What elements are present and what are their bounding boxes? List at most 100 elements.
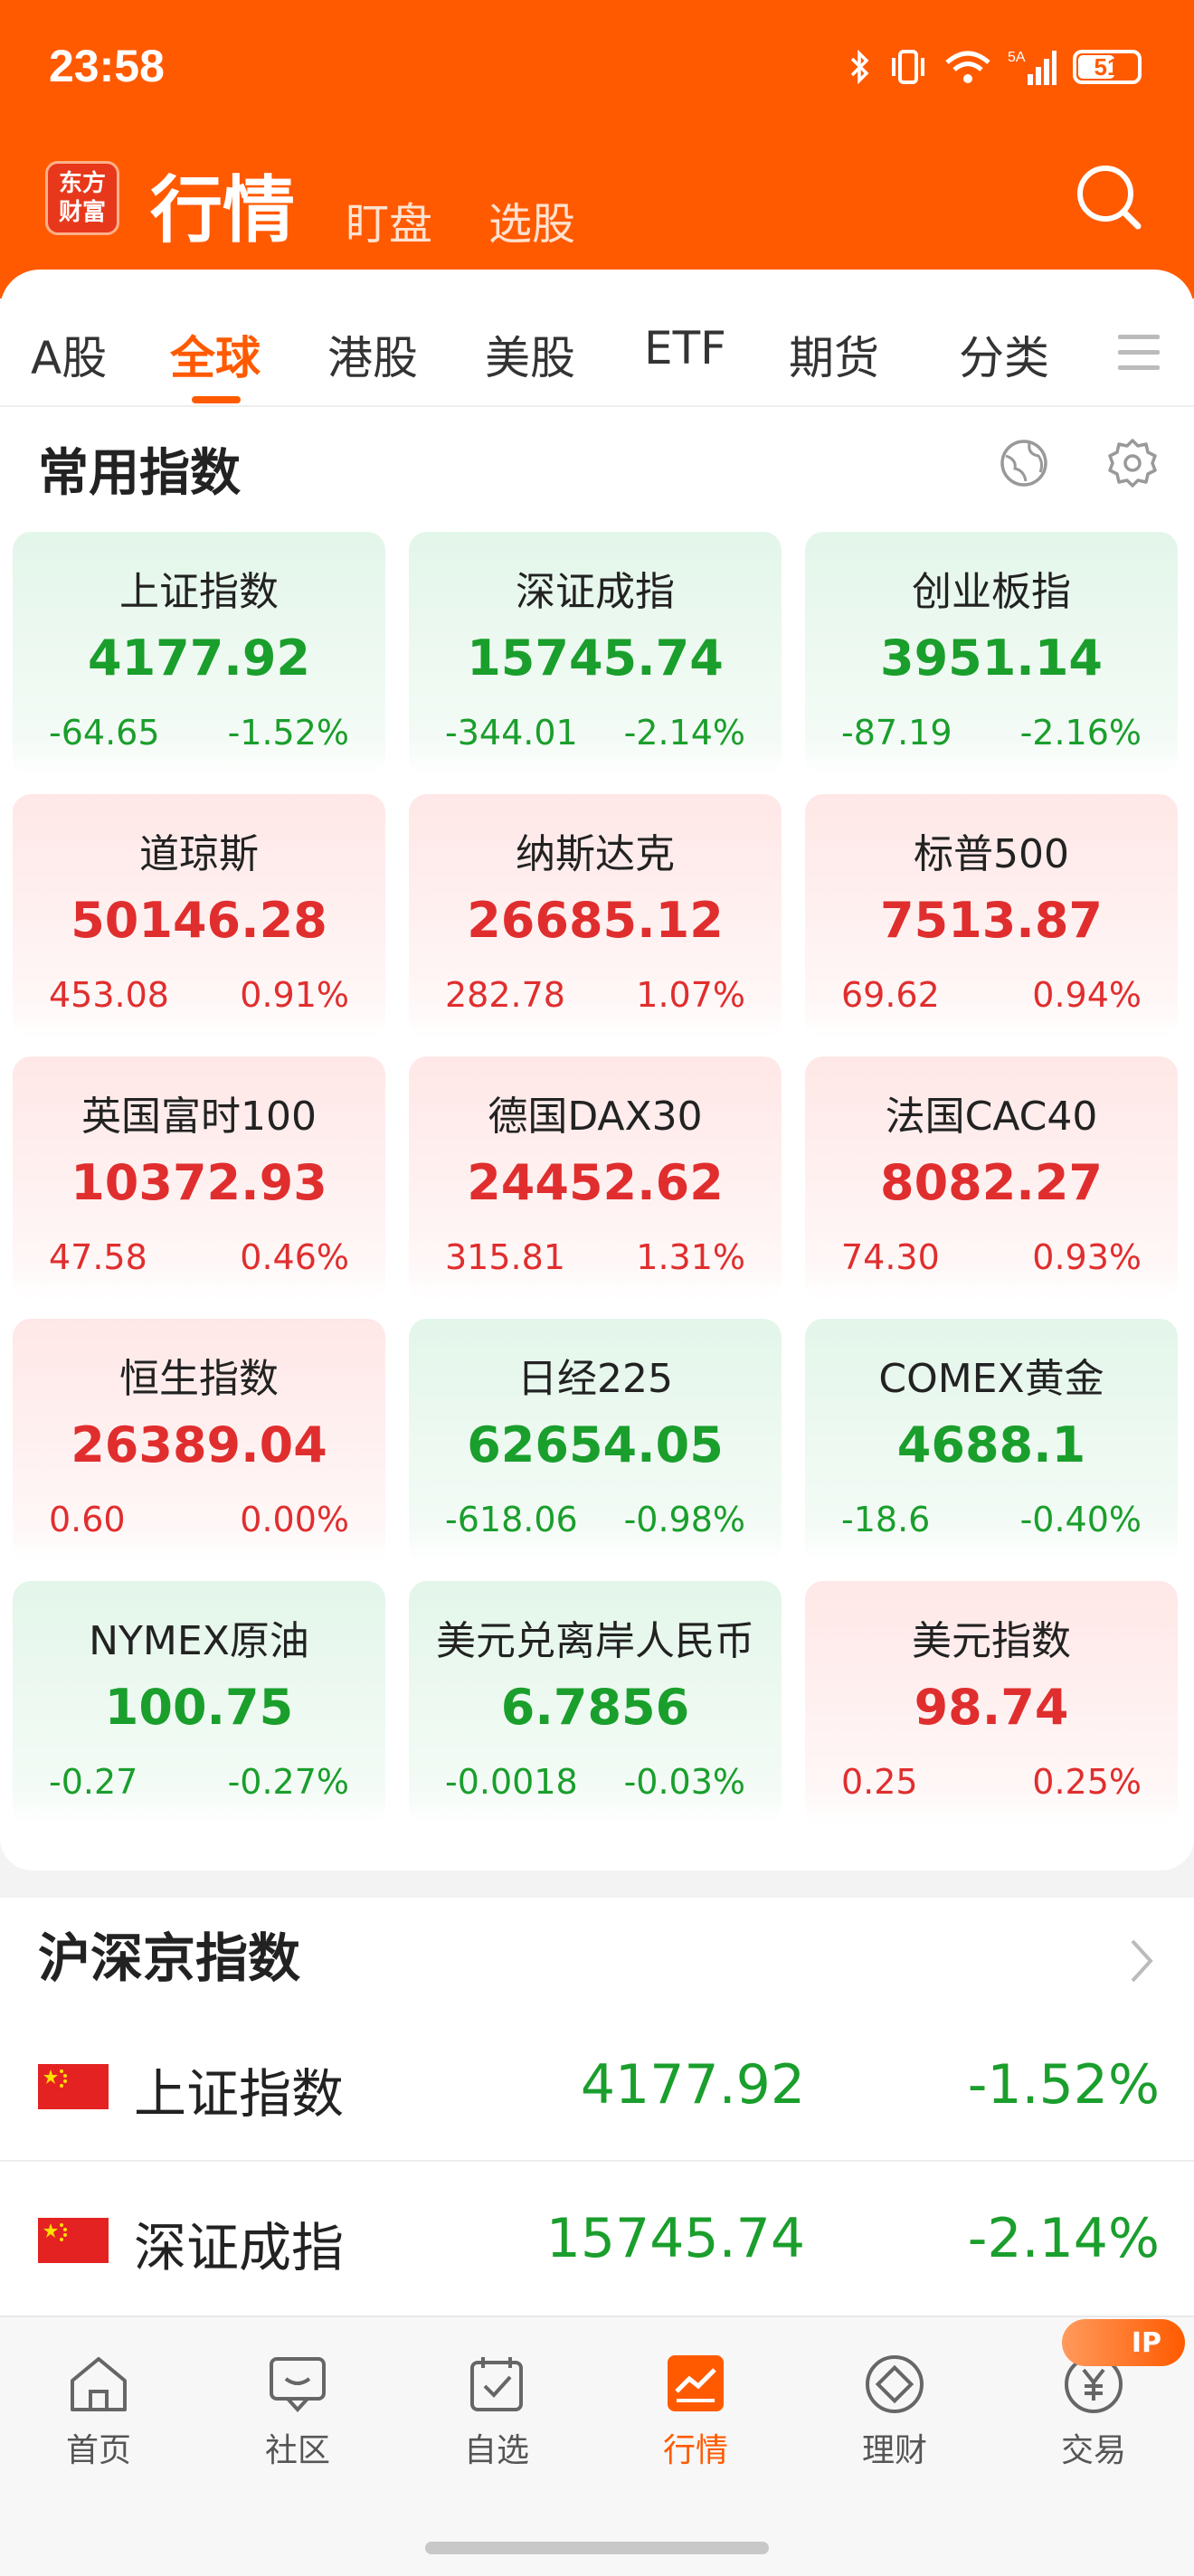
index-change-pct: -2.14% [623, 713, 745, 753]
nav-home[interactable]: 首页 [31, 2352, 166, 2471]
home-indicator[interactable] [425, 2542, 769, 2554]
index-change: 74.30 [841, 1237, 940, 1277]
page-title: 行情 [150, 168, 295, 252]
index-change: 282.78 [445, 975, 565, 1015]
index-name: 上证指数 [119, 569, 279, 615]
index-price: 4177.92 [88, 630, 310, 687]
chevron-right-icon[interactable] [1125, 1934, 1158, 1988]
index-card[interactable]: 道琼斯 50146.28 453.08 0.91% [13, 794, 385, 1038]
status-time: 23:58 [49, 41, 165, 91]
index-card[interactable]: 美元兑离岸人民币 6.7856 -0.0018 -0.03% [409, 1581, 782, 1825]
home-icon [71, 2357, 127, 2411]
index-card[interactable]: 德国DAX30 24452.62 315.81 1.31% [409, 1056, 782, 1301]
index-price: 98.74 [914, 1679, 1069, 1736]
tab-global[interactable]: 全球 [170, 322, 261, 387]
market-tabs: A股 全球 港股 美股 ETF 期货 分类 [0, 270, 1194, 407]
index-change: 47.58 [49, 1237, 147, 1277]
search-icon[interactable] [1071, 159, 1147, 235]
index-row[interactable]: 深证成指 15745.74 -2.14% [0, 2164, 1194, 2316]
logo-text-1: 东方 [58, 170, 106, 197]
index-price: 26685.12 [467, 892, 724, 949]
index-card[interactable]: 法国CAC40 8082.27 74.30 0.93% [805, 1056, 1178, 1301]
index-name: 道琼斯 [139, 831, 259, 877]
svg-text:5A: 5A [1008, 50, 1026, 65]
nav-trade[interactable]: 交易 [1026, 2352, 1161, 2471]
index-price: 100.75 [104, 1679, 294, 1736]
index-card[interactable]: COMEX黄金 4688.1 -18.6 -0.40% [805, 1319, 1178, 1563]
nav-wealth[interactable]: 理财 [827, 2352, 962, 2471]
index-change: -0.0018 [445, 1762, 578, 1802]
index-change-pct: 1.07% [636, 975, 745, 1015]
section-title: 常用指数 [38, 444, 241, 503]
index-name: 美元兑离岸人民币 [436, 1618, 754, 1664]
settings-icon[interactable] [1105, 436, 1160, 490]
index-name: 标普500 [914, 831, 1069, 877]
ip-badge[interactable]: IP [1062, 2319, 1185, 2366]
index-change-pct: 0.91% [240, 975, 349, 1015]
index-name: 纳斯达克 [516, 831, 675, 877]
index-name: 英国富时100 [81, 1094, 317, 1140]
active-tab-indicator [192, 396, 241, 403]
logo-text-2: 财富 [58, 199, 106, 226]
index-name: 深证成指 [516, 569, 675, 615]
tab-us[interactable]: 美股 [485, 322, 575, 387]
battery-icon: 51 [1073, 50, 1142, 84]
index-price: 10372.93 [71, 1154, 327, 1211]
tab-futures[interactable]: 期货 [789, 322, 879, 387]
nav-market[interactable]: 行情 [628, 2352, 763, 2471]
index-card[interactable]: 美元指数 98.74 0.25 0.25% [805, 1581, 1178, 1825]
tab-a-shares[interactable]: A股 [31, 322, 107, 387]
row-price: 15745.74 [545, 2207, 805, 2270]
globe-icon[interactable] [997, 436, 1051, 490]
index-card[interactable]: 纳斯达克 26685.12 282.78 1.07% [409, 794, 782, 1038]
index-change-pct: 0.93% [1032, 1237, 1142, 1277]
index-change: 0.25 [841, 1762, 918, 1802]
index-card[interactable]: 标普500 7513.87 69.62 0.94% [805, 794, 1178, 1038]
index-price: 8082.27 [880, 1154, 1103, 1211]
china-flag-icon [38, 2064, 109, 2109]
tab-hk[interactable]: 港股 [327, 322, 418, 387]
index-name: 日经225 [517, 1356, 673, 1402]
index-change-pct: 1.31% [636, 1237, 745, 1277]
chat-icon [270, 2357, 326, 2412]
status-icons: 5A 51 [848, 47, 1142, 87]
index-change-pct: 0.00% [240, 1500, 349, 1539]
header-tab-screener[interactable]: 选股 [488, 188, 575, 251]
index-change: 315.81 [445, 1237, 565, 1277]
index-change-pct: -1.52% [227, 713, 349, 753]
market-icon [668, 2355, 724, 2411]
nav-label: 首页 [65, 2432, 131, 2469]
index-name: 创业板指 [912, 569, 1071, 615]
index-card[interactable]: 深证成指 15745.74 -344.01 -2.14% [409, 532, 782, 776]
index-card[interactable]: 日经225 62654.05 -618.06 -0.98% [409, 1319, 782, 1563]
index-card[interactable]: NYMEX原油 100.75 -0.27 -0.27% [13, 1581, 385, 1825]
row-name: 上证指数 [134, 2063, 345, 2125]
index-change: -618.06 [445, 1500, 578, 1539]
index-price: 4688.1 [896, 1416, 1086, 1473]
index-change-pct: -0.27% [227, 1762, 349, 1802]
nav-community[interactable]: 社区 [230, 2352, 365, 2471]
index-card[interactable]: 创业板指 3951.14 -87.19 -2.16% [805, 532, 1178, 776]
hsj-section-title[interactable]: 沪深京指数 [38, 1916, 300, 1992]
china-flag-icon [38, 2218, 109, 2263]
index-card[interactable]: 上证指数 4177.92 -64.65 -1.52% [13, 532, 385, 776]
header-tab-watch[interactable]: 盯盘 [346, 188, 432, 251]
tab-etf[interactable]: ETF [644, 322, 726, 374]
wealth-icon [866, 2355, 924, 2413]
index-change-pct: 0.46% [240, 1237, 349, 1277]
wifi-icon [945, 51, 990, 83]
index-row[interactable]: 上证指数 4177.92 -1.52% [0, 2010, 1194, 2162]
section-gap [0, 1870, 1194, 1898]
index-change: 453.08 [49, 975, 169, 1015]
menu-icon[interactable] [1118, 335, 1160, 381]
index-card[interactable]: 英国富时100 10372.93 47.58 0.46% [13, 1056, 385, 1301]
tab-category[interactable]: 分类 [959, 322, 1049, 387]
index-change-pct: 0.25% [1032, 1762, 1142, 1802]
index-name: 德国DAX30 [488, 1094, 703, 1140]
nav-watchlist[interactable]: 自选 [429, 2352, 564, 2471]
index-card[interactable]: 恒生指数 26389.04 0.60 0.00% [13, 1319, 385, 1563]
index-name: 美元指数 [912, 1618, 1071, 1664]
nav-label: 行情 [662, 2432, 728, 2469]
battery-level: 51 [1094, 52, 1121, 80]
index-name: COMEX黄金 [878, 1356, 1104, 1402]
